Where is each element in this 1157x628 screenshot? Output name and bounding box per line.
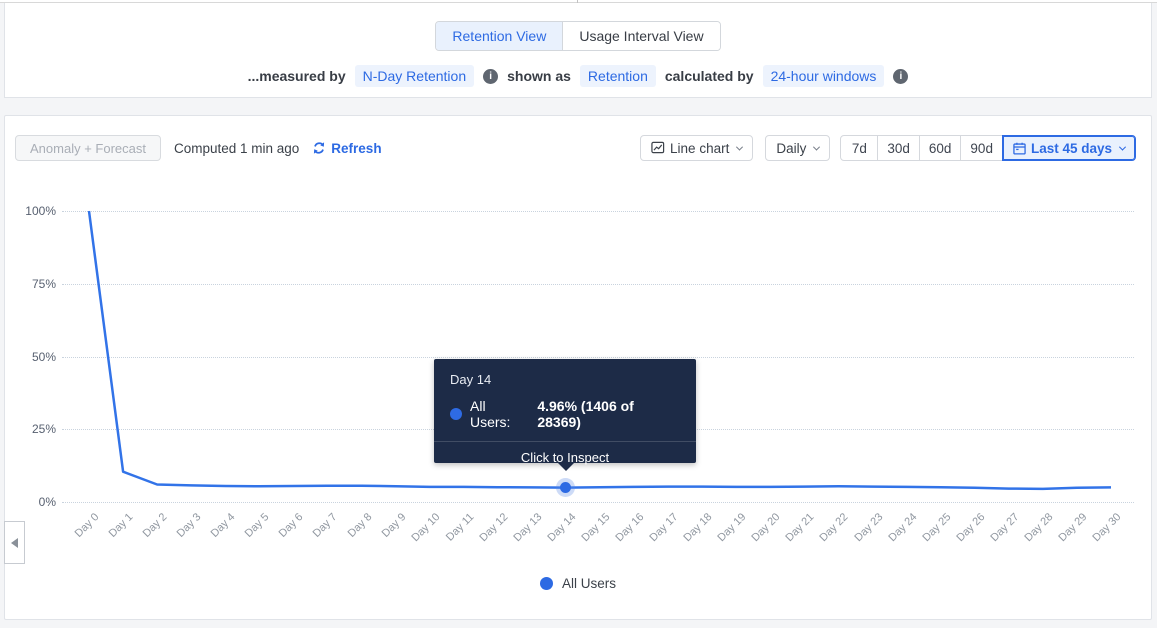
measured-by-row: ...measured by N-Day Retention i shown a… [5,65,1151,87]
x-axis-label: Day 19 [715,511,749,545]
x-axis-label: Day 28 [1022,511,1056,545]
tooltip-series-row: All Users: 4.96% (1406 of 28369) [450,398,680,430]
gridline [62,502,1134,503]
tooltip-title: Day 14 [450,372,492,387]
chart-tooltip: Day 14 All Users: 4.96% (1406 of 28369) … [434,359,696,471]
y-axis-label: 75% [31,276,56,291]
refresh-label: Refresh [331,140,382,156]
view-toggle: Retention View Usage Interval View [5,21,1151,51]
x-axis-label: Day 18 [681,511,715,545]
chevron-down-icon [736,143,744,151]
chevron-down-icon [813,143,821,151]
range-60d-button[interactable]: 60d [918,135,962,161]
calendar-icon [1013,142,1026,155]
tooltip-series-label: All Users: [470,398,511,430]
y-axis-label: 25% [31,422,56,437]
collapse-left-icon [11,537,18,548]
date-range-group: 7d 30d 60d 90d Last 45 days [840,135,1136,161]
calculated-by-label: calculated by [664,68,754,84]
x-axis-label: Day 27 [988,511,1022,545]
chart-toolbar-left: Anomaly + Forecast Computed 1 min ago Re… [15,135,382,161]
x-axis-label: Day 22 [817,511,851,545]
series-dot-icon [450,408,462,420]
view-toggle-group: Retention View Usage Interval View [435,21,721,51]
x-axis-label: Day 11 [443,511,477,544]
x-axis-label: Day 26 [954,511,988,545]
chart-panel: Anomaly + Forecast Computed 1 min ago Re… [4,115,1152,620]
x-axis-label: Day 7 [311,511,340,540]
custom-range-button[interactable]: Last 45 days [1001,135,1136,161]
x-axis-label: Day 5 [242,511,272,540]
x-axis-label: Day 16 [613,511,647,545]
shown-as-label: shown as [507,68,571,84]
x-axis-label: Day 29 [1056,511,1090,545]
gridline [62,356,1134,358]
collapse-panel-button[interactable] [4,521,25,564]
x-axis-label: Day 8 [345,511,375,540]
x-axis-label: Day 14 [545,511,579,545]
y-axis-label: 100% [25,204,56,218]
tooltip-pointer [558,463,574,471]
retention-analysis-screen: Retention View Usage Interval View ...me… [0,0,1157,628]
x-axis-label: Day 20 [749,511,783,545]
x-axis-label: Day 15 [579,511,613,545]
tooltip-divider [434,441,696,442]
x-axis-label: Day 30 [1090,511,1124,545]
x-axis-label: Day 24 [885,511,920,545]
x-axis-label: Day 9 [379,511,409,540]
info-icon[interactable]: i [483,68,499,84]
x-axis-label: Day 10 [409,511,443,545]
metric-pill[interactable]: N-Day Retention [354,65,475,87]
x-axis-label: Day 4 [208,511,238,540]
chart-type-label: Line chart [670,140,730,156]
chart-legend: All Users [5,576,1151,591]
x-axis-label: Day 25 [920,511,954,545]
calculated-by-pill[interactable]: 24-hour windows [762,65,885,87]
chart-type-dropdown[interactable]: Line chart [640,135,754,161]
tooltip-value: 4.96% (1406 of 28369) [537,398,634,430]
interval-label: Daily [776,140,807,156]
x-axis-label: Day 21 [783,511,817,545]
x-axis-label: Day 23 [851,511,886,545]
y-axis-label: 0% [38,495,56,509]
gridline [62,283,1134,285]
info-icon[interactable]: i [893,68,909,84]
range-30d-button[interactable]: 30d [877,135,920,161]
shown-as-pill[interactable]: Retention [579,65,656,87]
refresh-button[interactable]: Refresh [312,140,382,156]
range-90d-button[interactable]: 90d [960,135,1003,161]
refresh-icon [314,142,325,154]
line-chart-icon [651,141,665,154]
measured-by-label: ...measured by [247,68,346,84]
view-settings-panel: Retention View Usage Interval View ...me… [4,3,1152,98]
x-axis-label: Day 13 [511,511,545,545]
anomaly-forecast-button[interactable]: Anomaly + Forecast [15,135,161,161]
x-axis-label: Day 6 [277,511,306,540]
chart-toolbar-right: Line chart Daily 7d 30d 60d 90d Last 45 … [640,135,1136,161]
x-axis-label: Day 2 [140,511,170,540]
legend-series-label: All Users [561,576,616,591]
computed-status: Computed 1 min ago [173,140,300,156]
chevron-down-icon [1118,143,1127,151]
x-axis-label: Day 12 [477,511,511,545]
x-axis-label: Day 0 [72,511,102,540]
legend-series-dot-icon[interactable] [539,577,553,590]
range-7d-button[interactable]: 7d [840,135,879,161]
x-axis-label: Day 1 [106,511,136,540]
interval-dropdown[interactable]: Daily [765,135,831,161]
x-axis-label: Day 3 [174,511,204,540]
x-axis-label: Day 17 [647,511,681,545]
y-axis-label: 50% [31,349,56,364]
gridline [62,211,1134,212]
tab-usage-interval-view[interactable]: Usage Interval View [562,22,720,50]
highlighted-data-point[interactable] [560,482,572,494]
custom-range-label: Last 45 days [1030,140,1112,156]
tab-retention-view[interactable]: Retention View [436,22,563,50]
